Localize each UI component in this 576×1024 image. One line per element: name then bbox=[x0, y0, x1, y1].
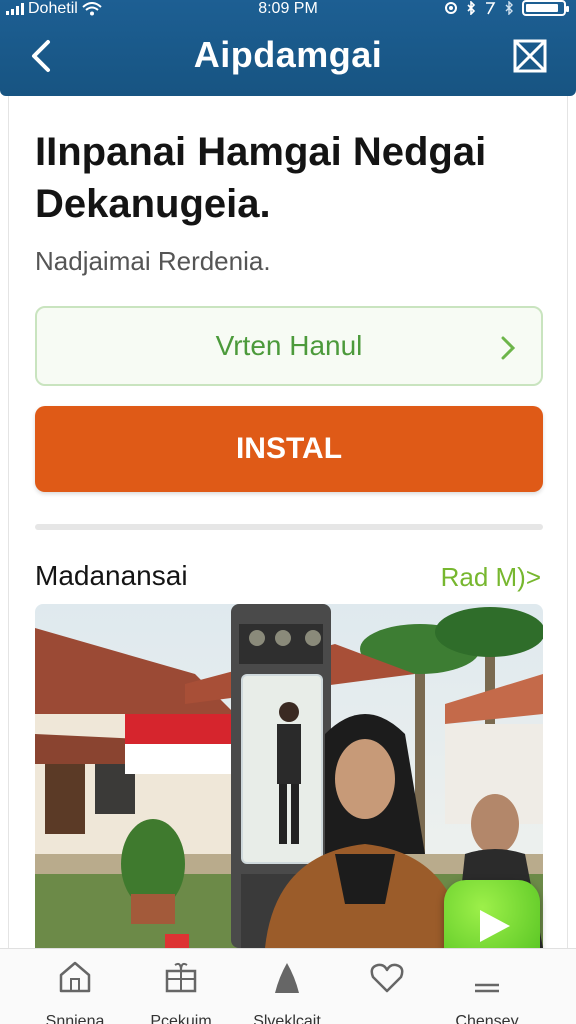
battery-level bbox=[526, 4, 559, 12]
app-title: Aipdamgai bbox=[193, 34, 383, 75]
page-subtitle: Nadjaimai Rerdenia. bbox=[35, 246, 271, 276]
tab-home[interactable]: Snniena bbox=[30, 957, 120, 1024]
bluetooth-icon bbox=[467, 1, 476, 15]
tab-gift[interactable]: Pcekuim bbox=[136, 957, 226, 1024]
link-row-label: Vrten Hanul bbox=[215, 330, 363, 361]
bluetooth-off-icon bbox=[505, 1, 513, 15]
menu-icon bbox=[475, 983, 499, 993]
page-headline: IInpanai Hamgai Nedgai Dekanugeia. bbox=[35, 130, 487, 226]
app-header: Dohetil 8:09 PM Aipdamgai bbox=[0, 0, 576, 96]
section-divider bbox=[35, 524, 543, 530]
tab-label: Snniena bbox=[45, 1013, 105, 1024]
section-title: Madanansai bbox=[35, 560, 188, 591]
battery-icon bbox=[522, 0, 569, 16]
content-card: IInpanai Hamgai Nedgai Dekanugeia. Nadja… bbox=[8, 96, 568, 948]
heart-icon bbox=[370, 963, 404, 993]
tab-favorites[interactable] bbox=[342, 957, 432, 1013]
tab-menu[interactable]: Chensey bbox=[442, 957, 532, 1024]
chevron-right-icon bbox=[501, 336, 516, 360]
tab-label: Slveklcait bbox=[253, 1013, 321, 1024]
install-button[interactable]: INSTAL bbox=[35, 406, 543, 492]
alarm-icon bbox=[486, 2, 496, 15]
status-right bbox=[444, 0, 569, 16]
tab-label: Chensey bbox=[455, 1013, 519, 1024]
bottom-tab-bar: Snniena Pcekuim Slveklcait Chensey bbox=[0, 948, 576, 1024]
close-button[interactable] bbox=[512, 38, 548, 74]
home-icon bbox=[59, 961, 91, 993]
tab-label: Pcekuim bbox=[150, 1013, 212, 1024]
play-icon bbox=[480, 910, 510, 942]
location-icon bbox=[445, 2, 457, 14]
link-row-button[interactable]: Vrten Hanul bbox=[35, 306, 543, 386]
status-bar: Dohetil 8:09 PM bbox=[0, 0, 576, 20]
read-more-link[interactable]: Rad M)> bbox=[441, 562, 541, 593]
gift-icon bbox=[165, 962, 197, 993]
tab-person[interactable]: Slveklcait bbox=[242, 957, 332, 1024]
person-icon bbox=[275, 963, 299, 993]
